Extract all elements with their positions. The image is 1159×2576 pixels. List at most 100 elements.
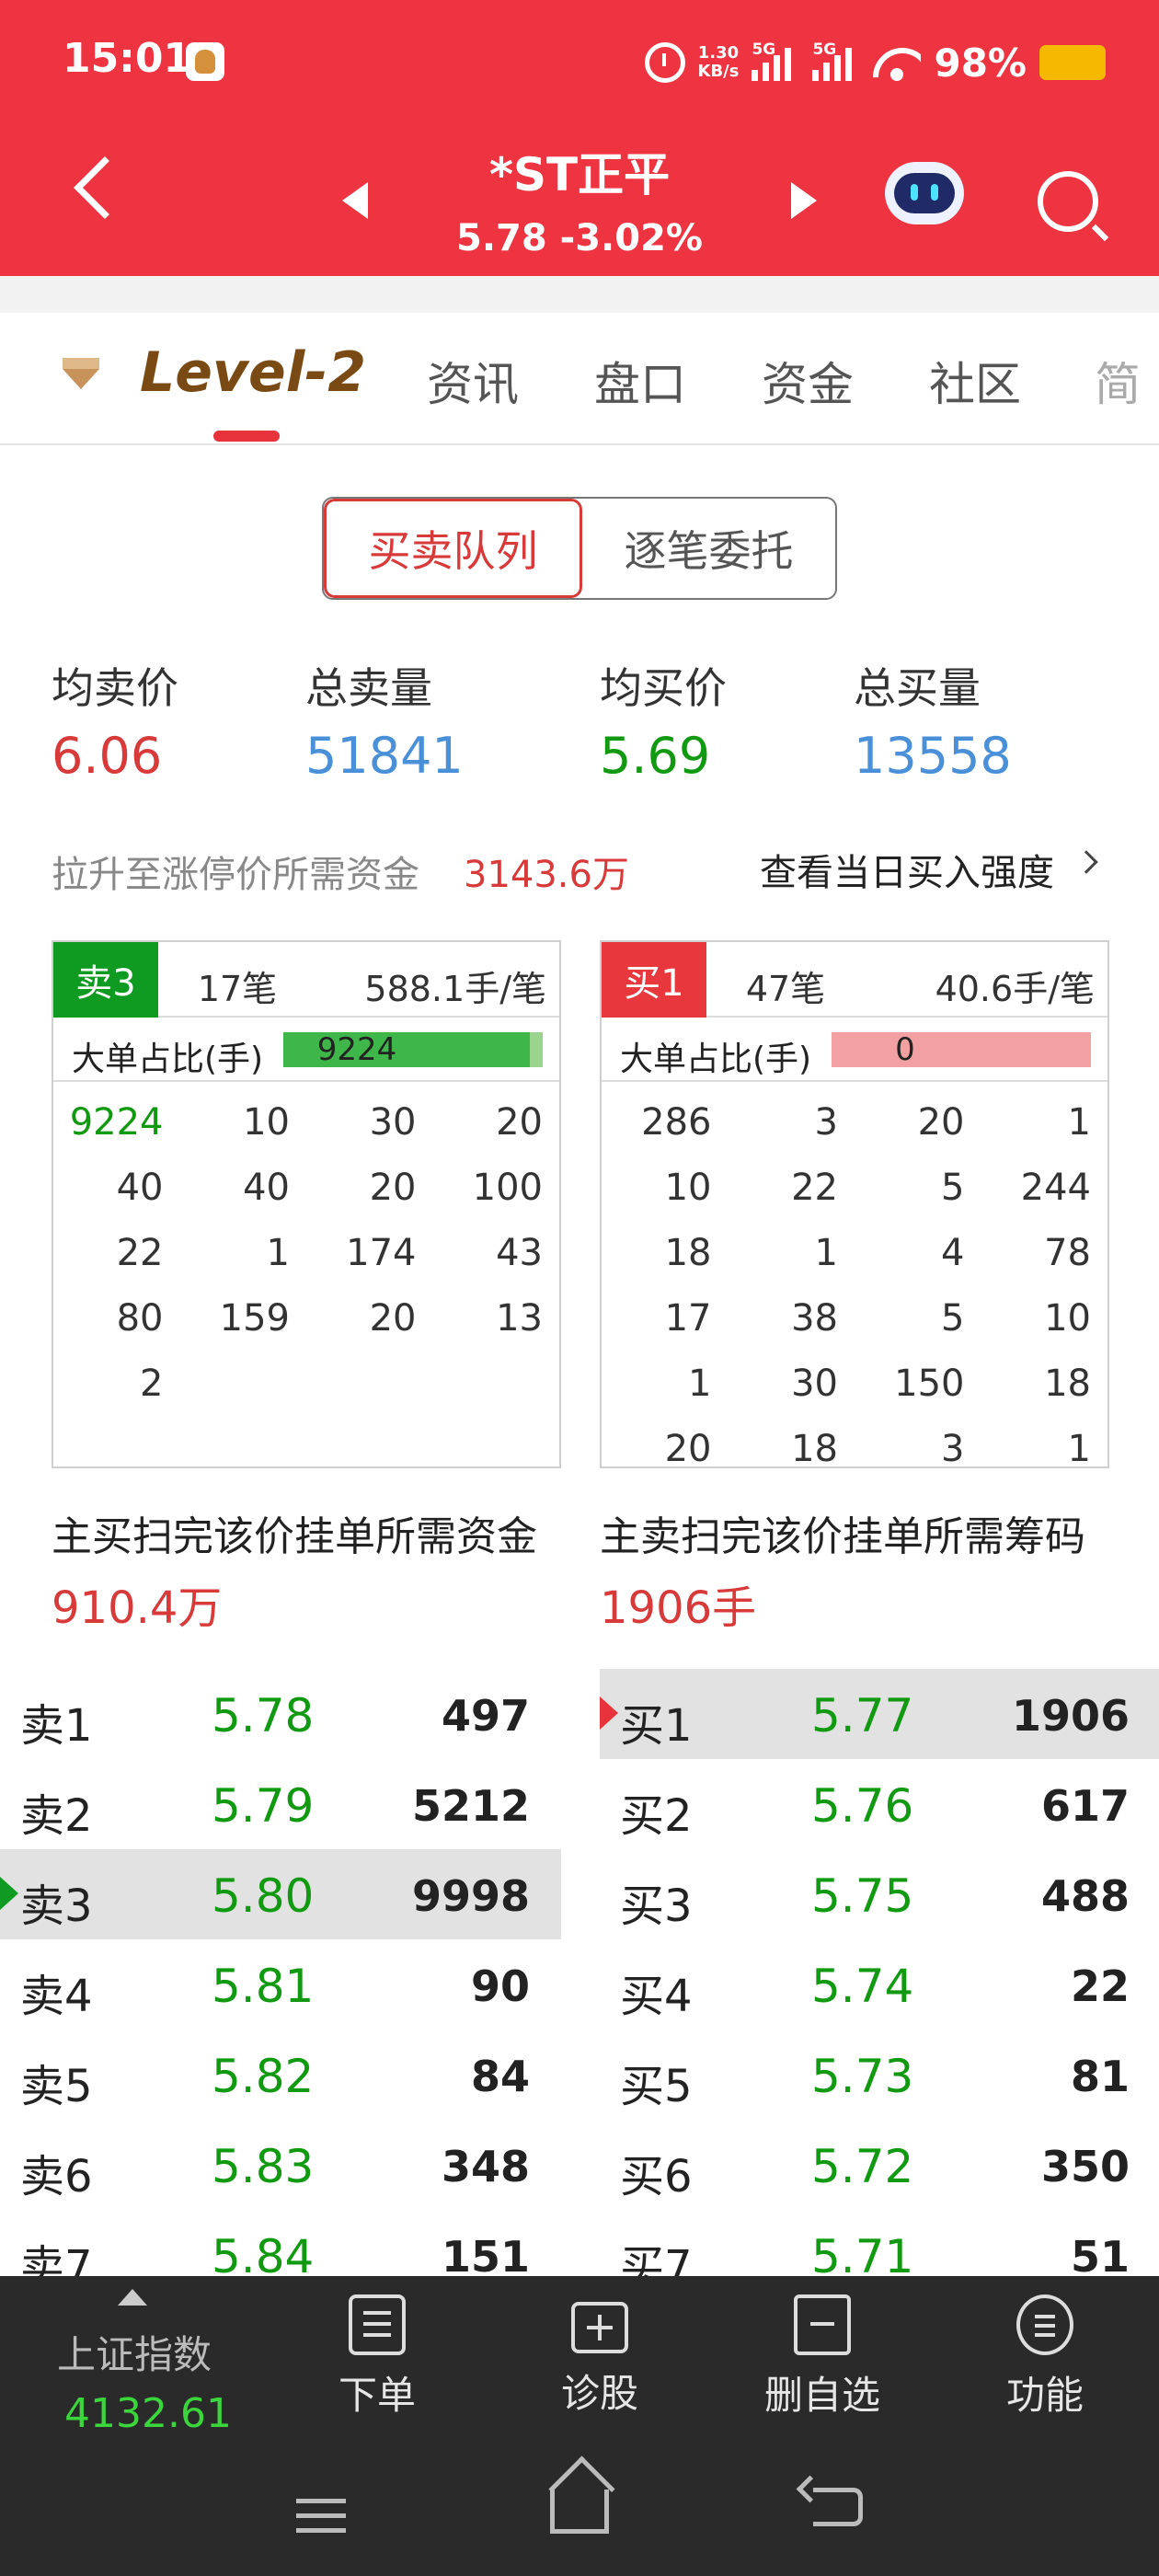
avg-buy-value: 5.69 — [600, 727, 711, 785]
robot-assistant-icon[interactable] — [885, 162, 964, 224]
seg-tick-orders[interactable]: 逐笔委托 — [582, 499, 835, 598]
search-icon[interactable] — [1038, 171, 1098, 232]
queue-cell: 18 — [791, 1427, 838, 1470]
ask-level-row[interactable]: 卖4 5.81 90 — [0, 1939, 561, 2030]
queue-cell: 174 — [346, 1231, 417, 1274]
queue-row: 286 3 20 1 — [602, 1089, 1107, 1155]
tab-funds[interactable]: 资金 — [762, 348, 854, 414]
index-name[interactable]: 上证指数 — [57, 2324, 212, 2380]
chevron-right-icon[interactable] — [1074, 850, 1098, 874]
bid-level: 买6 — [620, 2151, 693, 2202]
ask-level: 卖1 — [20, 1700, 93, 1752]
queue-cell: 30 — [791, 1362, 838, 1405]
ask-vol: 348 — [441, 2142, 530, 2191]
nav-back-icon[interactable] — [813, 2488, 863, 2526]
bid-price: 5.76 — [811, 1779, 914, 1833]
queue-cell: 150 — [894, 1362, 965, 1405]
queue-row: 18 1 4 78 — [602, 1220, 1107, 1285]
queue-cell: 5 — [941, 1166, 965, 1209]
ask-price: 5.80 — [212, 1869, 315, 1923]
queue-cell: 22 — [116, 1231, 164, 1274]
selected-marker-icon — [0, 1877, 18, 1910]
sell-queue-tag: 卖3 — [53, 942, 158, 1018]
expand-up-icon[interactable] — [118, 2289, 147, 2306]
ask-price: 5.83 — [212, 2140, 315, 2193]
header-divider — [0, 276, 1159, 313]
sell-big-order-bar: 9224 — [283, 1032, 543, 1067]
bid-price: 5.72 — [811, 2140, 914, 2193]
seg-buy-sell-queue[interactable]: 买卖队列 — [324, 499, 582, 598]
bid-vol: 488 — [1040, 1871, 1130, 1921]
tab-handicap[interactable]: 盘口 — [594, 348, 686, 414]
queue-cell: 20 — [496, 1100, 543, 1144]
buy-queue-header: 买1 47笔 40.6手/笔 — [602, 942, 1107, 1018]
bid-price: 5.74 — [811, 1960, 914, 2013]
tab-community[interactable]: 社区 — [929, 348, 1021, 414]
bid-level-row[interactable]: 买5 5.73 81 — [600, 2030, 1159, 2120]
ask-level-row[interactable]: 卖2 5.79 5212 — [0, 1759, 561, 1849]
order-icon — [349, 2294, 406, 2355]
bid-level-row[interactable]: 买6 5.72 350 — [600, 2120, 1159, 2210]
queue-row: 80 159 20 13 — [53, 1285, 559, 1351]
back-arrow-icon[interactable] — [74, 156, 136, 219]
net-speed: 1.30 KB/s — [698, 44, 740, 81]
nav-home-icon[interactable] — [550, 2490, 609, 2534]
queue-cell: 10 — [664, 1166, 712, 1209]
queue-cell: 1 — [266, 1231, 290, 1274]
ask-level-row[interactable]: 卖6 5.83 348 — [0, 2120, 561, 2210]
tab-level2-label: Level-2 — [140, 340, 366, 405]
nav-menu-icon[interactable] — [296, 2499, 346, 2503]
ask-level-row[interactable]: 卖1 5.78 497 — [0, 1669, 561, 1759]
bid-level-row[interactable]: 买2 5.76 617 — [600, 1759, 1159, 1849]
ask-price: 5.82 — [212, 2050, 315, 2103]
queue-cell: 1 — [814, 1231, 838, 1274]
wifi-icon — [873, 44, 921, 81]
buy-strength-link[interactable]: 查看当日买入强度 — [760, 843, 1054, 896]
ask-level: 卖2 — [20, 1790, 93, 1842]
tab-level2[interactable]: Level-2 — [59, 340, 366, 405]
bid-vol: 1906 — [1011, 1691, 1130, 1741]
bid-vol: 22 — [1070, 1961, 1130, 2011]
function-button[interactable]: 功能 — [953, 2294, 1137, 2421]
tab-more[interactable]: 简 — [1095, 348, 1141, 414]
diagnose-button[interactable]: 诊股 — [508, 2294, 692, 2419]
battery-icon — [1039, 45, 1106, 80]
queue-cell: 2 — [140, 1362, 164, 1405]
status-right: 1.30 KB/s 5G 5G 98% — [644, 35, 1106, 90]
queue-cell: 18 — [664, 1231, 712, 1274]
ask-level-row[interactable]: 卖5 5.82 84 — [0, 2030, 561, 2120]
diamond-icon — [59, 352, 103, 393]
function-icon — [1016, 2294, 1073, 2355]
queue-cell: 38 — [791, 1296, 838, 1340]
sim2-label: 5G — [812, 40, 837, 59]
queue-cell: 20 — [369, 1296, 417, 1340]
index-value: 4132.61 — [64, 2390, 232, 2437]
tab-news[interactable]: 资讯 — [427, 348, 519, 414]
queue-row: 40 40 20 100 — [53, 1155, 559, 1220]
bid-level-row[interactable]: 买3 5.75 488 — [600, 1849, 1159, 1939]
order-button[interactable]: 下单 — [285, 2294, 469, 2421]
bid-level-row[interactable]: 买1 5.77 1906 — [600, 1669, 1159, 1759]
remove-watchlist-button[interactable]: 删自选 — [730, 2294, 914, 2421]
bid-level-row[interactable]: 买4 5.74 22 — [600, 1939, 1159, 2030]
avg-buy-label: 均买价 — [600, 663, 727, 713]
selected-marker-icon — [600, 1696, 618, 1730]
status-time: 15:01 — [63, 35, 192, 82]
bid-level: 买3 — [620, 1880, 693, 1932]
battery-percent: 98% — [934, 40, 1027, 86]
buy-big-order-bar: 0 — [832, 1032, 1091, 1067]
stock-name: *ST正平 — [488, 148, 671, 201]
net-speed-unit: KB/s — [697, 62, 740, 81]
next-stock-icon[interactable] — [791, 182, 817, 219]
stock-price-change: 5.78 -3.02% — [456, 217, 703, 259]
alarm-icon — [644, 42, 685, 83]
ask-level-row[interactable]: 卖3 5.80 9998 — [0, 1849, 561, 1939]
bid-price: 5.73 — [811, 2050, 914, 2103]
sell-queue-grid: 9224 10 30 20 40 40 20 100 22 1 174 43 80 159 20 13 2 — [53, 1089, 559, 1416]
ask-price: 5.79 — [212, 1779, 315, 1833]
queue-cell: 100 — [472, 1166, 543, 1209]
sweep-funds-label: 主买扫完该价挂单所需资金 — [52, 1513, 537, 1560]
queue-cell: 18 — [1044, 1362, 1091, 1405]
sell-big-order-label: 大单占比(手) — [72, 1041, 264, 1078]
bid-level: 买5 — [620, 2061, 693, 2112]
